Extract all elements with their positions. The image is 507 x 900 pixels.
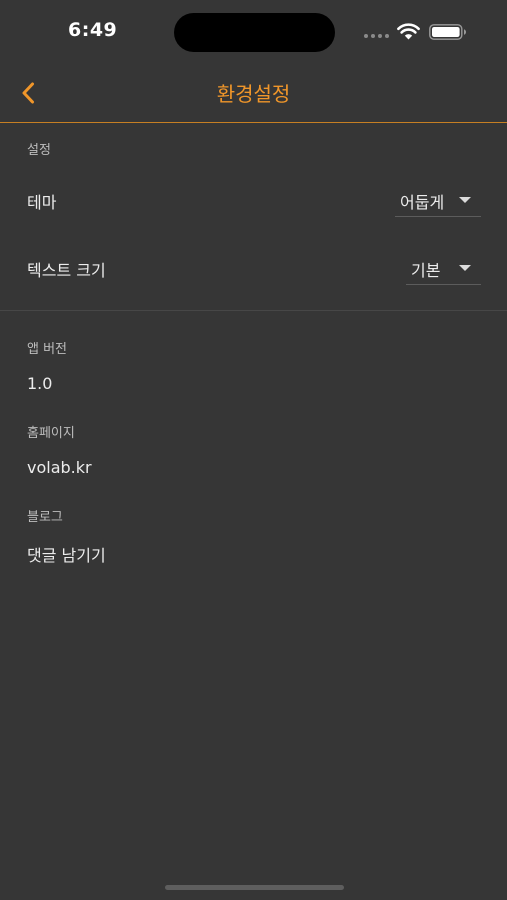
blog-comment-link[interactable]: 댓글 남기기 xyxy=(27,542,106,566)
dynamic-island xyxy=(174,13,335,52)
app-version-value: 1.0 xyxy=(27,374,53,393)
home-indicator[interactable] xyxy=(165,885,344,890)
homepage-label: 홈페이지 xyxy=(27,426,75,441)
text-size-label: 텍스트 크기 xyxy=(27,261,106,280)
settings-section-label: 설정 xyxy=(27,143,51,158)
homepage-link[interactable]: volab.kr xyxy=(27,458,92,477)
dropdown-arrow-icon xyxy=(459,197,471,203)
cellular-signal-icon xyxy=(364,34,390,38)
blog-label: 블로그 xyxy=(27,510,63,525)
theme-label: 테마 xyxy=(27,193,57,212)
battery-icon xyxy=(429,24,466,40)
text-size-dropdown[interactable]: 기본 xyxy=(406,251,481,285)
status-time: 6:49 xyxy=(68,19,118,41)
theme-dropdown[interactable]: 어둡게 xyxy=(395,183,481,217)
page-title: 환경설정 xyxy=(216,82,291,106)
navigation-bar: 환경설정 xyxy=(0,62,507,123)
wifi-icon xyxy=(397,23,420,40)
text-size-selected-value: 기본 xyxy=(411,261,441,280)
status-bar: 6:49 xyxy=(0,0,507,62)
app-version-label: 앱 버전 xyxy=(27,342,68,357)
settings-screen: 6:49 환경설정 설정 테마 어둡게 텍스트 크기 기본 앱 버전 1.0 홈… xyxy=(0,0,507,900)
dropdown-arrow-icon xyxy=(459,265,471,271)
theme-selected-value: 어둡게 xyxy=(400,193,445,212)
section-divider xyxy=(0,310,507,311)
